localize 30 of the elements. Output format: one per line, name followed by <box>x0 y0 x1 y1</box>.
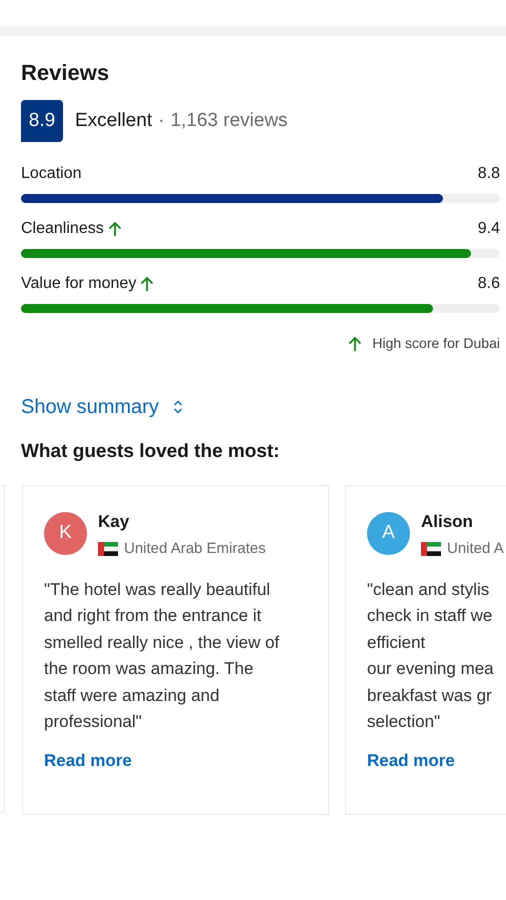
category-label: Location <box>21 164 82 184</box>
category-score: 8.6 <box>478 274 500 294</box>
up-arrow-icon <box>108 221 122 237</box>
review-text: "The hotel was really beautiful and right from the entrance it smelled really nice , the view of the room was amazing. The staff were amazing and professional" <box>44 578 280 734</box>
separator-dot: · <box>158 108 164 133</box>
category-label: Cleanliness <box>21 219 104 239</box>
up-arrow-icon <box>140 276 154 292</box>
flag-icon <box>98 542 118 556</box>
section-title: Reviews <box>21 62 110 84</box>
score-badge: 8.9 <box>21 100 63 142</box>
high-score-note: High score for Dubai <box>372 334 500 353</box>
avatar: A <box>367 512 410 554</box>
expand-icon <box>172 400 183 414</box>
reviewer-name: Alison <box>421 510 474 532</box>
avatar: K <box>44 512 87 554</box>
read-more-link[interactable]: Read more <box>367 748 455 774</box>
review-count: 1,163 reviews <box>170 108 288 133</box>
review-text: "clean and stylis check in staff we efficient our evening mea breakfast was gr selection" <box>367 578 495 734</box>
up-arrow-icon <box>348 336 362 352</box>
reviewer-name: Kay <box>98 510 130 532</box>
read-more-link[interactable]: Read more <box>44 748 132 774</box>
category-score: 8.8 <box>478 164 500 184</box>
category-score: 9.4 <box>478 219 500 239</box>
section-heading: What guests loved the most: <box>21 440 281 464</box>
flag-icon <box>421 542 441 556</box>
show-summary-link[interactable]: Show summary <box>21 392 183 422</box>
rating-label: Excellent <box>75 108 152 133</box>
category-label: Value for money <box>21 274 136 294</box>
reviewer-country: United A <box>447 539 504 559</box>
reviewer-country: United Arab Emirates <box>124 539 266 559</box>
